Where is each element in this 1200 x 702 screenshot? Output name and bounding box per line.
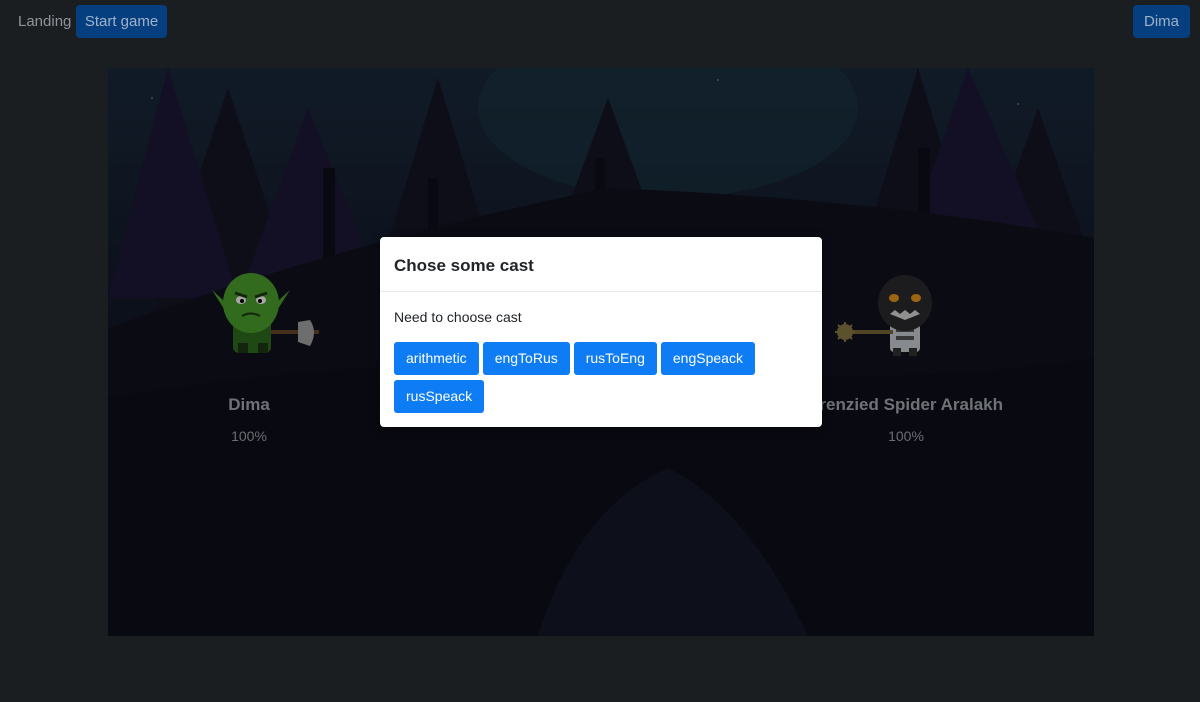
modal-header: Chose some cast: [380, 237, 822, 292]
landing-link[interactable]: Landing: [18, 13, 71, 30]
cast-button-eng-to-rus[interactable]: engToRus: [482, 342, 570, 375]
user-menu-button[interactable]: Dima: [1133, 5, 1190, 38]
cast-button-group: arithmetic engToRus rusToEng engSpeack r…: [394, 342, 810, 414]
cast-button-rus-to-eng[interactable]: rusToEng: [573, 342, 657, 375]
start-game-button[interactable]: Start game: [76, 5, 167, 38]
top-navbar: Landing Start game Dima: [0, 0, 1200, 44]
hero-name: Dima: [228, 395, 270, 414]
modal-body: Need to choose cast arithmetic engToRus …: [380, 292, 822, 414]
hero-health: 100%: [231, 428, 267, 444]
modal-title: Chose some cast: [394, 256, 534, 275]
enemy-health: 100%: [888, 428, 924, 444]
cast-modal: Chose some cast Need to choose cast arit…: [380, 237, 822, 427]
cast-button-eng-speack[interactable]: engSpeack: [660, 342, 755, 375]
modal-message: Need to choose cast: [394, 309, 522, 325]
cast-button-rus-speack[interactable]: rusSpeack: [394, 380, 485, 413]
cast-button-arithmetic[interactable]: arithmetic: [394, 342, 479, 375]
